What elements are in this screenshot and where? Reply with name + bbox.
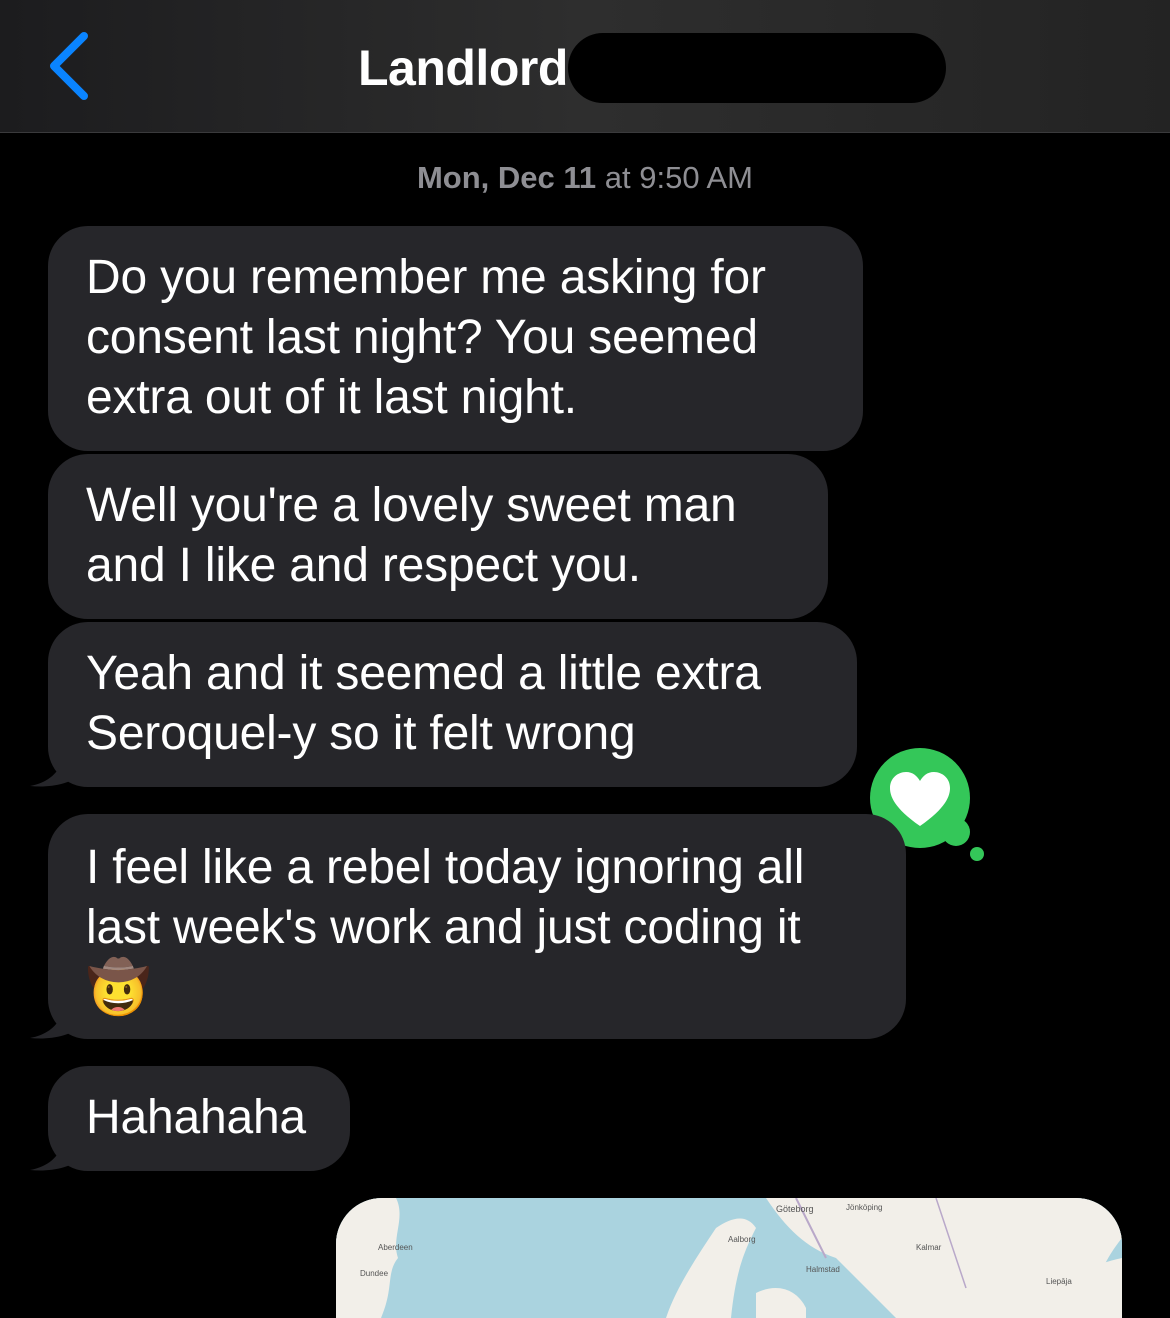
redaction-bar: [568, 33, 946, 103]
map-label: Aberdeen: [378, 1243, 413, 1252]
message-bubble[interactable]: Hahahaha: [48, 1066, 350, 1171]
message-line: I feel like a rebel today ignoring all: [86, 841, 805, 894]
conversation-header: Landlord: [0, 0, 1170, 133]
timestamp-day: Mon, Dec 11: [416, 160, 597, 195]
map-label: Kalmar: [916, 1243, 942, 1252]
emoji-cowboy: 🤠: [86, 958, 151, 1018]
bubble-tail: [30, 748, 82, 787]
message-line: consent last night? You seemed: [86, 311, 758, 364]
message-timestamp: Mon, Dec 11 at 9:50 AM: [0, 158, 1170, 198]
message-bubble[interactable]: Yeah and it seemed a little extra Seroqu…: [48, 622, 857, 787]
timestamp-at: at: [604, 160, 631, 195]
message-line: Hahahaha: [86, 1091, 306, 1144]
message-line: Well you're a lovely sweet man: [86, 479, 737, 532]
map-label: Halmstad: [806, 1265, 840, 1274]
message-line: Do you remember me asking for: [86, 251, 766, 304]
message-line: last week's work and just coding it: [86, 901, 801, 954]
message-line: extra out of it last night.: [86, 371, 577, 424]
map-label: Liepāja: [1046, 1277, 1072, 1286]
map-label: Dundee: [360, 1269, 389, 1278]
bubble-tail: [30, 1132, 82, 1171]
map-label: Jönköping: [846, 1203, 882, 1212]
message-line: Yeah and it seemed a little extra: [86, 647, 761, 700]
message-bubble[interactable]: I feel like a rebel today ignoring all l…: [48, 814, 906, 1039]
back-button[interactable]: [40, 30, 100, 104]
timestamp-time: 9:50 AM: [639, 160, 754, 195]
message-bubble[interactable]: Do you remember me asking for consent la…: [48, 226, 863, 451]
contact-name[interactable]: Landlord: [358, 38, 568, 98]
message-bubble[interactable]: Well you're a lovely sweet man and I lik…: [48, 454, 828, 619]
map-label: Göteborg: [776, 1204, 814, 1214]
map-label: Aalborg: [728, 1235, 756, 1244]
bubble-tail: [30, 1000, 82, 1039]
chevron-left-icon: [50, 32, 88, 100]
message-line: Seroquel-y so it felt wrong: [86, 707, 636, 760]
map-attachment[interactable]: Göteborg Jönköping Aberdeen Dundee Aalbo…: [336, 1198, 1122, 1318]
map-image: Göteborg Jönköping Aberdeen Dundee Aalbo…: [336, 1198, 1122, 1318]
message-line: and I like and respect you.: [86, 539, 641, 592]
